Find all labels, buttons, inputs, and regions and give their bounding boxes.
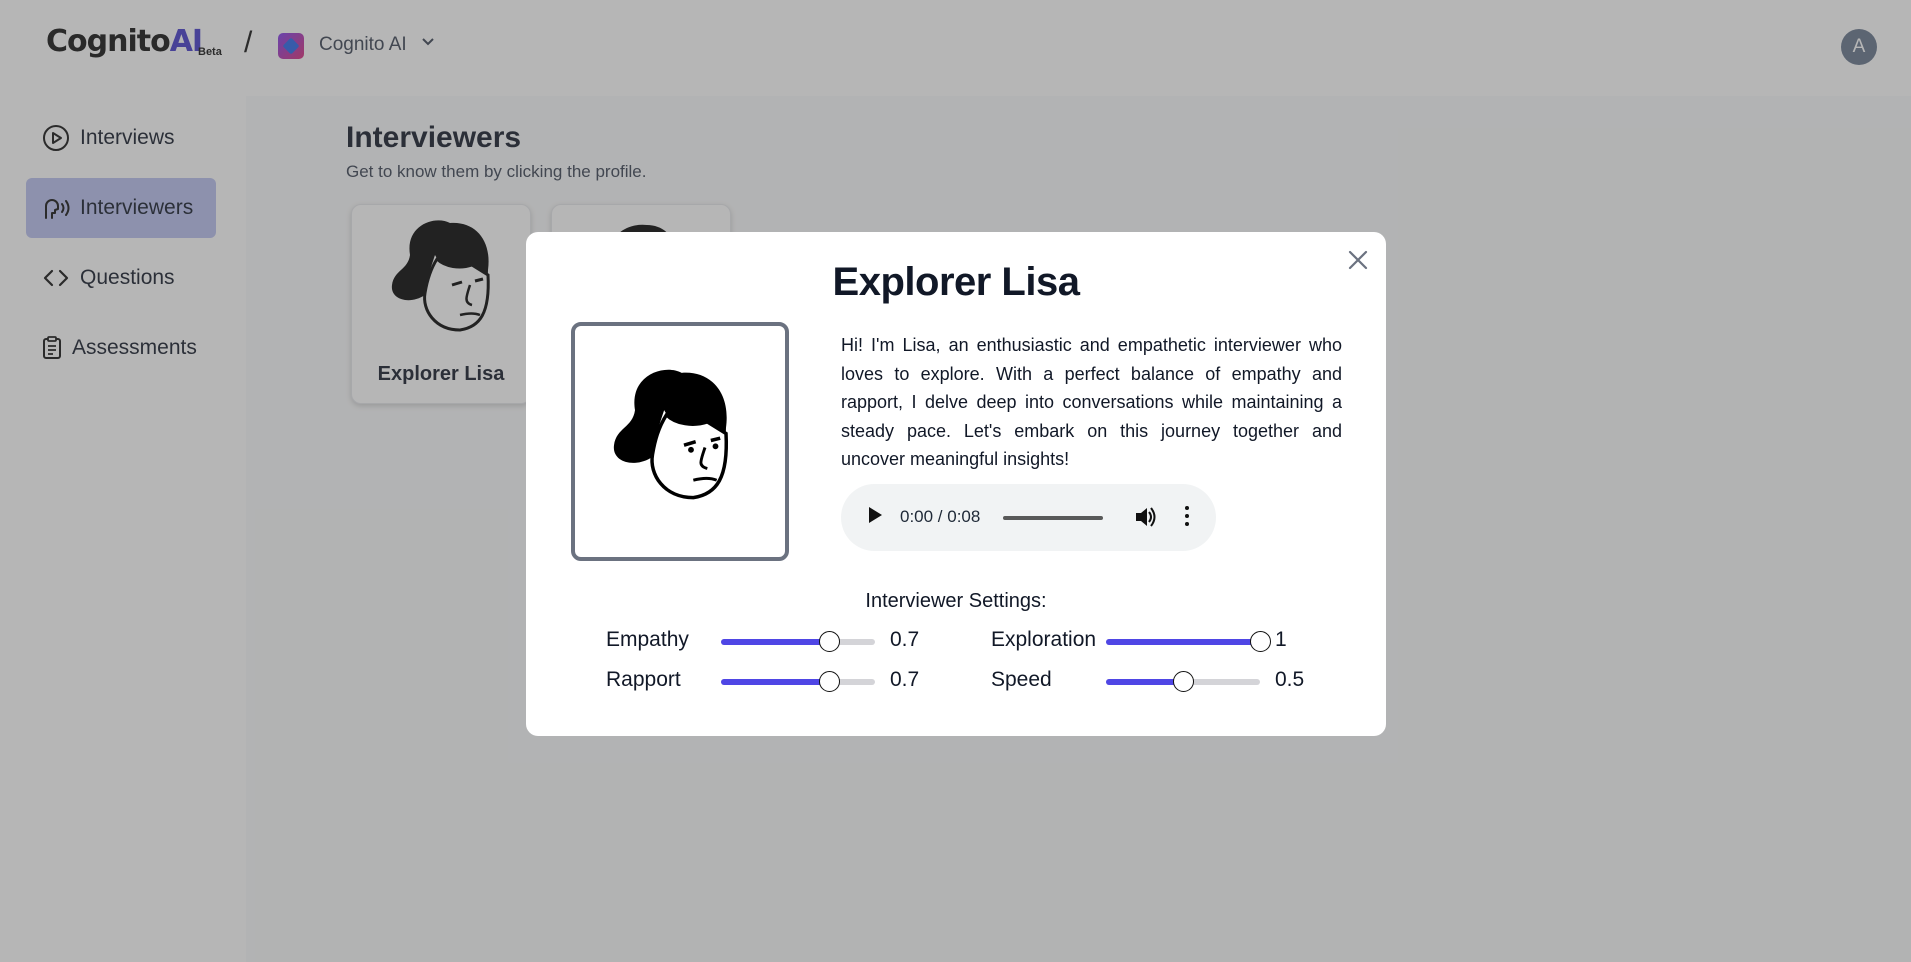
slider-thumb[interactable]: [818, 631, 840, 652]
setting-value-speed: 0.5: [1275, 668, 1305, 691]
interviewer-avatar-icon: [613, 369, 729, 500]
slider-thumb[interactable]: [1250, 631, 1271, 652]
slider-thumb[interactable]: [1173, 671, 1194, 692]
setting-label-rapport: Rapport: [606, 668, 681, 691]
interviewer-detail-modal: Explorer Lisa Hi! I'm Lisa, an enthusias…: [526, 232, 1386, 736]
rapport-slider[interactable]: [721, 671, 875, 692]
interviewer-description: Hi! I'm Lisa, an enthusiastic and empath…: [841, 335, 1342, 469]
interviewer-photo: [571, 322, 789, 561]
modal-title: Explorer Lisa: [832, 260, 1080, 304]
audio-time: 0:00 / 0:08: [900, 507, 981, 526]
setting-value-exploration: 1: [1275, 628, 1287, 651]
audio-progress-track[interactable]: [1003, 516, 1103, 520]
more-options-icon[interactable]: [1184, 506, 1190, 530]
settings-title: Interviewer Settings:: [865, 590, 1047, 612]
setting-label-exploration: Exploration: [991, 628, 1097, 651]
setting-label-empathy: Empathy: [606, 628, 689, 651]
empathy-slider[interactable]: [721, 631, 875, 652]
setting-value-rapport: 0.7: [890, 668, 920, 691]
audio-player: 0:00 / 0:08: [841, 484, 1216, 551]
volume-icon[interactable]: [1134, 504, 1156, 530]
slider-thumb[interactable]: [818, 671, 840, 692]
setting-value-empathy: 0.7: [890, 628, 920, 651]
speed-slider[interactable]: [1106, 671, 1260, 692]
setting-label-speed: Speed: [991, 668, 1052, 691]
play-icon[interactable]: [869, 507, 882, 523]
exploration-slider[interactable]: [1106, 631, 1271, 652]
